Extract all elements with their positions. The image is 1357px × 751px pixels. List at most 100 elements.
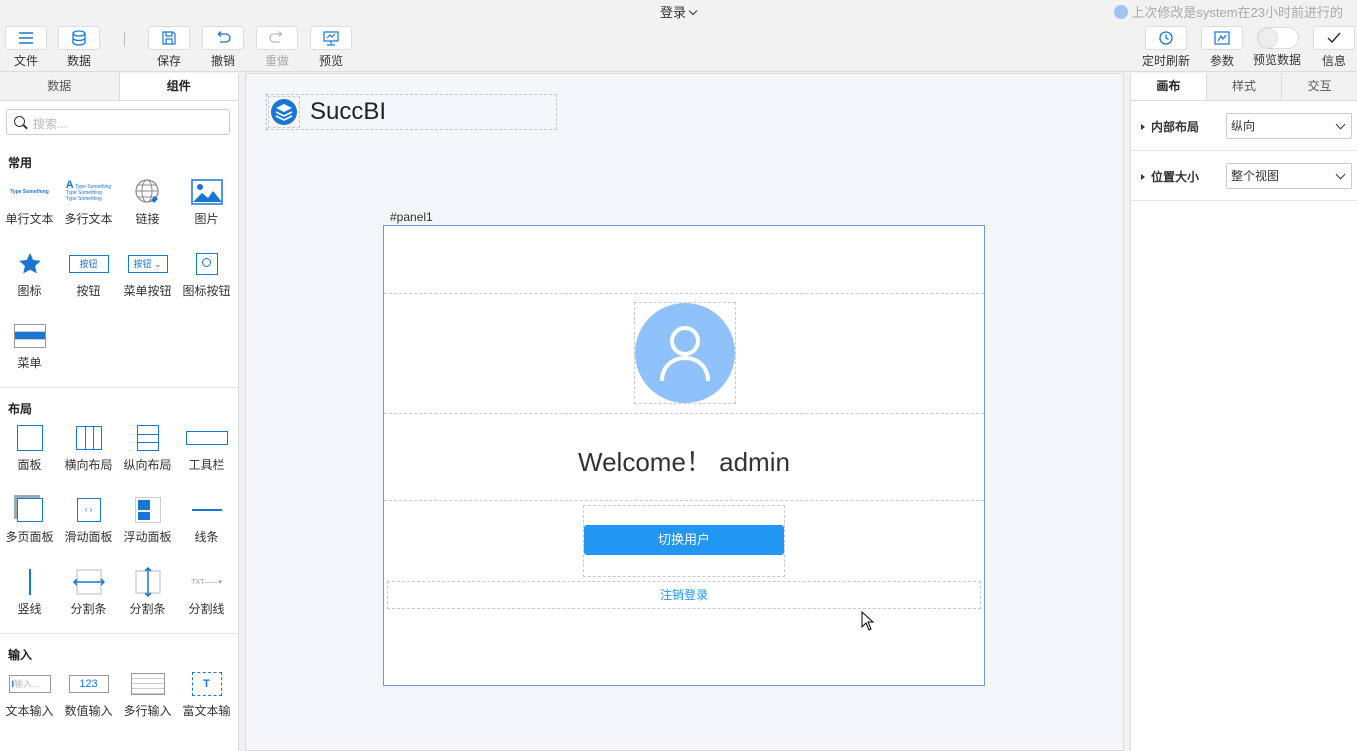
line-icon (191, 509, 222, 511)
tab-components[interactable]: 组件 (118, 73, 238, 100)
component-multi-text[interactable]: A Type Something Type Something Type Somet… (59, 165, 118, 237)
component-label: 菜单按钮 (123, 284, 172, 298)
horizontal-splitter-icon (72, 569, 105, 595)
component-icon-button[interactable]: 图标按钮 (177, 237, 236, 309)
button-component-icon: 按钮 (68, 255, 109, 273)
component-menu[interactable]: 菜单 (0, 309, 59, 381)
undo-button[interactable]: 撤销 (199, 26, 247, 69)
left-tabs: 数据 组件 (0, 73, 238, 101)
component-icon[interactable]: 图标 (0, 237, 59, 309)
database-icon (72, 30, 86, 46)
component-float-panel[interactable]: 浮动面板 (118, 483, 177, 555)
component-panel[interactable]: 面板 (0, 411, 59, 483)
user-icon (1114, 5, 1129, 19)
panel-row-top[interactable] (384, 226, 984, 294)
component-button[interactable]: 按钮 按钮 (59, 237, 118, 309)
component-horizontal-layout[interactable]: 横向布局 (59, 411, 118, 483)
info-button[interactable]: 信息 (1310, 26, 1357, 69)
input-components: I输入... 文本输入 123 数值输入 多行输入 T 富文本输 (0, 657, 238, 729)
component-divider-line[interactable]: TXT——▾ 分割线 (177, 555, 236, 627)
component-search-input[interactable]: 搜索... (6, 109, 230, 135)
tab-canvas[interactable]: 画布 (1131, 73, 1206, 100)
component-label: 分割线 (188, 602, 225, 616)
file-button[interactable]: 文件 (2, 26, 50, 69)
timed-refresh-button[interactable]: 定时刷新 (1142, 26, 1190, 69)
save-button[interactable]: 保存 (145, 26, 193, 69)
component-splitter-v[interactable]: 分割条 (118, 555, 177, 627)
tab-data[interactable]: 数据 (0, 73, 119, 100)
component-image[interactable]: 图片 (177, 165, 236, 237)
component-label: 图标 (17, 284, 42, 298)
prop-inner-layout-label[interactable]: 内部布局 (1141, 118, 1199, 135)
mouse-cursor-icon (861, 611, 875, 631)
tab-style[interactable]: 样式 (1205, 73, 1282, 100)
slide-panel-icon: ‹ › (76, 498, 101, 522)
chevron-down-icon (1335, 169, 1346, 180)
component-label: 单行文本 (5, 212, 54, 226)
switch-user-container[interactable]: 切换用户 (583, 505, 785, 577)
component-label: 按钮 (76, 284, 101, 298)
panel-row-avatar[interactable] (384, 294, 984, 414)
layers-logo-icon (271, 99, 297, 125)
multi-page-icon (16, 498, 43, 522)
vertical-line-icon (28, 569, 31, 595)
component-label: 线条 (194, 530, 219, 544)
menu-list-icon (13, 324, 46, 348)
single-text-icon: Type Something (10, 189, 49, 195)
inner-layout-select[interactable]: 纵向 (1226, 113, 1352, 139)
chevron-down-icon (1335, 119, 1346, 130)
component-vertical-layout[interactable]: 纵向布局 (118, 411, 177, 483)
component-slide-panel[interactable]: ‹ › 滑动面板 (59, 483, 118, 555)
vertical-splitter-icon (135, 567, 160, 597)
prop-position-size-label[interactable]: 位置大小 (1141, 168, 1199, 185)
component-link[interactable]: 链接 (118, 165, 177, 237)
menu-icon (19, 32, 33, 44)
rich-text-icon: T (191, 672, 222, 696)
toolbar-icon (185, 431, 228, 445)
component-text-input[interactable]: I输入... 文本输入 (0, 657, 59, 729)
component-label: 分割条 (129, 602, 166, 616)
params-button[interactable]: 参数 (1198, 26, 1246, 69)
image-icon (190, 179, 223, 205)
component-rich-text[interactable]: T 富文本输 (177, 657, 236, 729)
panel-row-switch[interactable]: 切换用户 (384, 501, 984, 581)
data-button[interactable]: 数据 (55, 26, 103, 69)
component-single-text[interactable]: Type Something 单行文本 (0, 165, 59, 237)
prop-inner-layout: 内部布局 纵向 (1131, 101, 1357, 151)
position-size-select[interactable]: 整个视图 (1226, 163, 1352, 189)
component-label: 图片 (194, 212, 219, 226)
icon-button-icon (195, 253, 218, 275)
page-title-dropdown[interactable]: 登录 (660, 2, 698, 21)
component-toolbar[interactable]: 工具栏 (177, 411, 236, 483)
switch-user-button[interactable]: 切换用户 (584, 525, 784, 555)
preview-button[interactable]: 预览 (307, 26, 355, 69)
redo-button[interactable]: 重做 (253, 26, 301, 69)
component-number-input[interactable]: 123 数值输入 (59, 657, 118, 729)
properties-panel: 画布 样式 交互 内部布局 纵向 位置大小 整个视图 (1130, 73, 1357, 751)
logo-block[interactable]: SuccBI (266, 94, 557, 130)
component-label: 图标按钮 (182, 284, 231, 298)
float-panel-icon (134, 497, 161, 523)
panel-row-welcome[interactable]: Welcome！ admin (384, 414, 984, 501)
component-label: 链接 (135, 212, 160, 226)
avatar-container[interactable] (634, 302, 736, 404)
tab-interaction[interactable]: 交互 (1281, 73, 1357, 100)
preview-data-toggle[interactable] (1257, 27, 1299, 49)
last-modified-info: 上次修改是system在23小时前进行的 (1114, 2, 1343, 21)
params-label: 参数 (1209, 54, 1234, 68)
logout-link[interactable]: 注销登录 (387, 581, 981, 609)
component-line[interactable]: 线条 (177, 483, 236, 555)
login-panel[interactable]: Welcome！ admin 切换用户 注销登录 (383, 225, 985, 686)
caret-right-icon (1141, 174, 1145, 180)
right-tabs: 画布 样式 交互 (1131, 73, 1357, 101)
component-textarea[interactable]: 多行输入 (118, 657, 177, 729)
component-splitter-h[interactable]: 分割条 (59, 555, 118, 627)
component-menu-button[interactable]: 按钮 ⌄ 菜单按钮 (118, 237, 177, 309)
component-label: 面板 (17, 458, 42, 472)
preview-label: 预览 (318, 54, 343, 68)
component-label: 多页面板 (5, 530, 54, 544)
component-multi-page-panel[interactable]: 多页面板 (0, 483, 59, 555)
search-icon (14, 116, 25, 127)
file-label: 文件 (13, 54, 38, 68)
component-vertical-line[interactable]: 竖线 (0, 555, 59, 627)
